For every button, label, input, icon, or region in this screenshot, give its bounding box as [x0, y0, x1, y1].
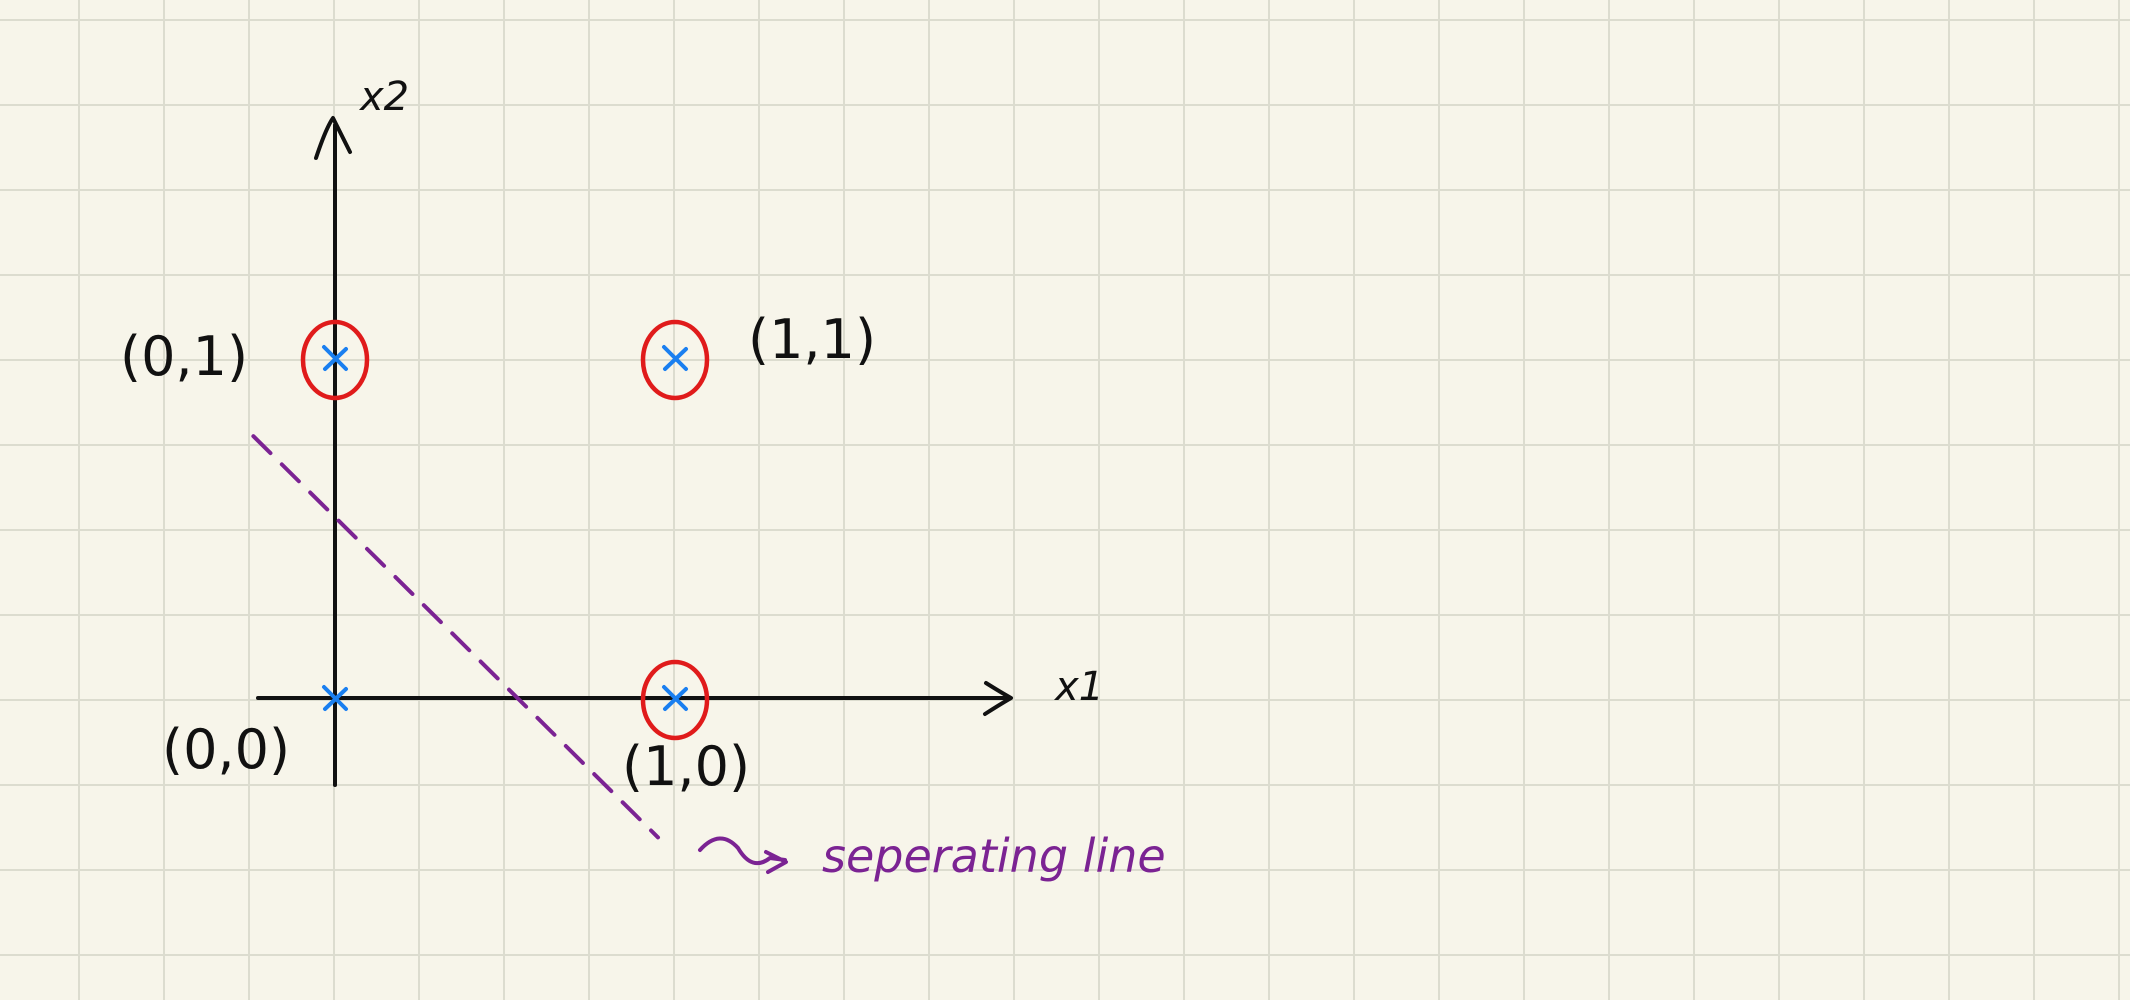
point-label-0-1: (0,1) — [120, 325, 248, 388]
point-label-1-0: (1,0) — [622, 735, 750, 798]
y-axis-label: x2 — [358, 74, 409, 120]
point-label-0-0: (0,0) — [162, 718, 290, 781]
x-axis-label: x1 — [1053, 664, 1104, 710]
separating-line-label: seperating line — [822, 829, 1166, 883]
point-label-1-1: (1,1) — [748, 308, 876, 371]
notebook-canvas: x2 x1 (0,0) (1,0) (0,1) (1,1) seperating… — [0, 0, 2130, 1000]
